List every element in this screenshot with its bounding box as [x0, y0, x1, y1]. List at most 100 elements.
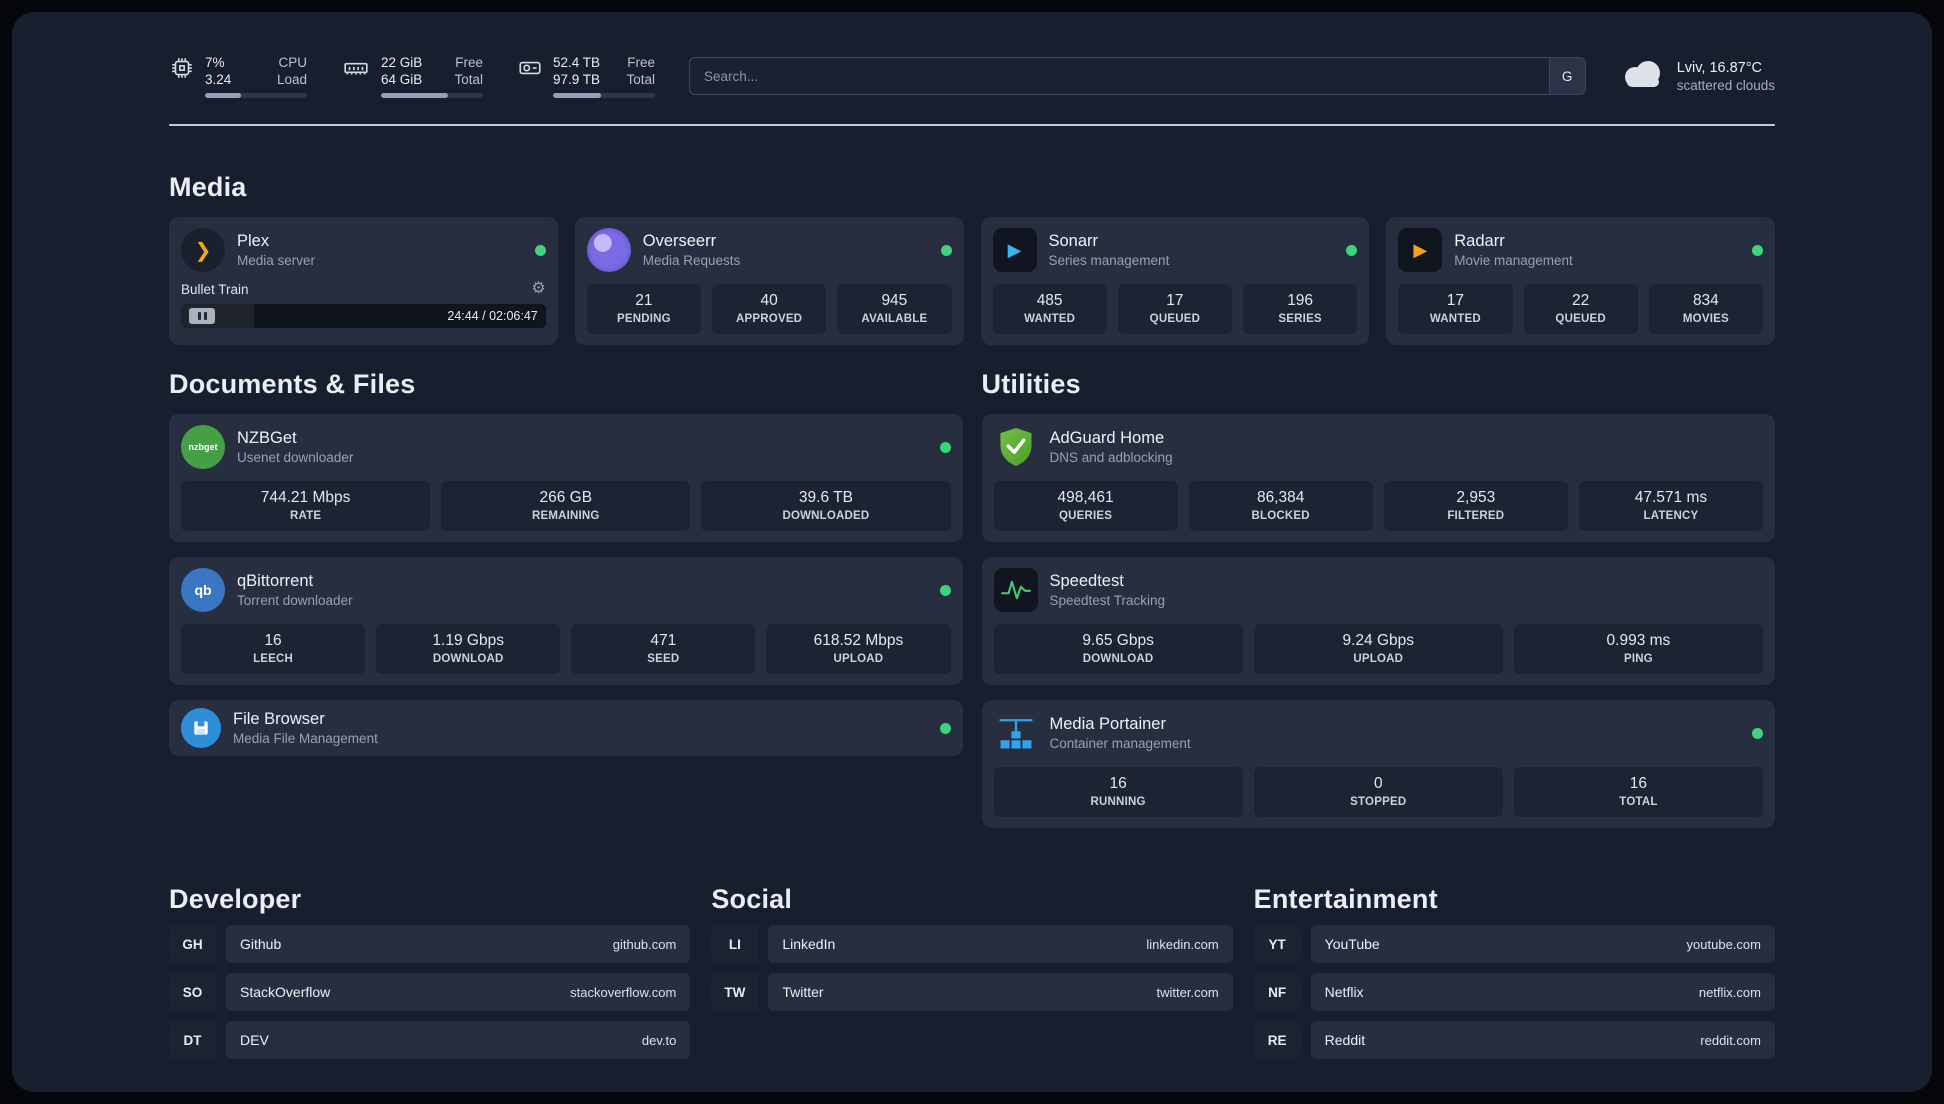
disk-progress-bar [553, 93, 655, 98]
bookmark-badge[interactable]: YT [1253, 925, 1301, 963]
bookmark-row: RE Reddit reddit.com [1253, 1021, 1775, 1059]
bookmark-row: LI LinkedIn linkedin.com [711, 925, 1233, 963]
app-title: File Browser [233, 710, 325, 728]
memory-free-label: Free [455, 55, 483, 70]
topbar: 7% CPU 3.24 Load 22 GiB Free 64 GiB Total [169, 54, 1775, 98]
sonarr-icon: ▶ [992, 228, 1037, 272]
cpu-progress-bar [205, 93, 307, 98]
app-title: AdGuard Home [1049, 429, 1165, 447]
section-title-social: Social [711, 884, 793, 914]
stat-tile: 86,384 BLOCKED [1188, 481, 1373, 531]
bookmark-link-stackoverflow[interactable]: StackOverflow stackoverflow.com [226, 973, 691, 1011]
bookmark-row: GH Github github.com [169, 925, 691, 963]
bookmark-row: SO StackOverflow stackoverflow.com [169, 973, 691, 1011]
section-title-utilities: Utilities [981, 369, 1081, 399]
app-subtitle: Series management [1048, 253, 1170, 268]
gear-icon[interactable]: ⚙ [531, 281, 545, 297]
playback-progress-bar[interactable]: 24:44 / 02:06:47 [181, 304, 546, 328]
pause-button[interactable] [189, 308, 215, 324]
app-card-adguard[interactable]: AdGuard Home DNS and adblocking 498,461 Q… [981, 414, 1775, 542]
bookmark-badge[interactable]: RE [1253, 1021, 1301, 1059]
bookmark-badge[interactable]: DT [169, 1021, 216, 1059]
search-input[interactable] [689, 57, 1586, 95]
bookmark-badge[interactable]: LI [711, 925, 759, 963]
stat-tile: 945 AVAILABLE [837, 284, 952, 334]
disk-total-label: Total [626, 72, 655, 87]
section-title-documents: Documents & Files [169, 369, 416, 399]
app-card-plex[interactable]: ❯ Plex Media server Bullet Train ⚙ 24:44… [169, 217, 558, 345]
stat-tile: 471 SEED [571, 624, 756, 674]
cpu-load: 3.24 [205, 72, 232, 87]
app-card-qbittorrent[interactable]: qb qBittorrent Torrent downloader 16 LEEC… [169, 557, 963, 685]
disk-widget: 52.4 TB Free 97.9 TB Total [517, 54, 655, 98]
bookmark-badge[interactable]: TW [711, 973, 759, 1011]
bookmark-badge[interactable]: SO [169, 973, 216, 1011]
app-subtitle: Media File Management [233, 731, 378, 746]
bookmark-badge[interactable]: GH [169, 925, 216, 963]
section-title-media: Media [169, 172, 247, 202]
bookmark-badge[interactable]: NF [1253, 973, 1301, 1011]
stat-tile: 744.21 Mbps RATE [181, 481, 431, 531]
playback-time: 24:44 / 02:06:47 [447, 309, 538, 323]
app-title: qBittorrent [237, 572, 314, 590]
app-card-portainer[interactable]: Media Portainer Container management 16 R… [981, 700, 1775, 828]
app-card-speedtest[interactable]: Speedtest Speedtest Tracking 9.65 Gbps DO… [981, 557, 1775, 685]
search-engine-button[interactable]: G [1548, 58, 1585, 94]
cpu-percent: 7% [205, 55, 225, 70]
now-playing-title: Bullet Train [181, 281, 249, 297]
bookmark-link-netflix[interactable]: Netflix netflix.com [1310, 973, 1775, 1011]
app-card-nzbget[interactable]: nzbget NZBGet Usenet downloader 744.21 M… [169, 414, 963, 542]
stat-tile: 21 PENDING [586, 284, 701, 334]
memory-progress-bar [381, 93, 483, 98]
screenshot-frame: 7% CPU 3.24 Load 22 GiB Free 64 GiB Total [0, 0, 1944, 1104]
stat-tile: 40 APPROVED [712, 284, 827, 334]
cpu-load-label: Load [276, 72, 307, 87]
stat-tile: 9.24 Gbps UPLOAD [1253, 624, 1503, 674]
stat-tile: 16 RUNNING [993, 767, 1243, 817]
bookmarks-entertainment: Entertainment YT YouTube youtube.com NF … [1253, 884, 1775, 1059]
qbittorrent-icon: qb [181, 568, 225, 612]
app-subtitle: Speedtest Tracking [1049, 593, 1166, 608]
app-card-filebrowser[interactable]: File Browser Media File Management [169, 700, 963, 756]
section-title-entertainment: Entertainment [1253, 884, 1438, 914]
documents-column: Documents & Files nzbget NZBGet Usenet d… [169, 369, 963, 756]
bookmark-link-linkedin[interactable]: LinkedIn linkedin.com [768, 925, 1233, 963]
app-title: Speedtest [1049, 572, 1124, 590]
app-subtitle: Movie management [1454, 253, 1573, 268]
app-card-sonarr[interactable]: ▶ Sonarr Series management 485 WANTED 17 Q… [980, 217, 1370, 345]
bookmark-link-dev[interactable]: DEV dev.to [226, 1021, 691, 1059]
status-dot [939, 722, 951, 734]
stat-tile: 266 GB REMAINING [441, 481, 691, 531]
app-subtitle: Media Requests [642, 253, 741, 268]
overseerr-icon [586, 228, 631, 272]
memory-total: 64 GiB [381, 72, 423, 87]
bookmark-link-twitter[interactable]: Twitter twitter.com [768, 973, 1233, 1011]
app-subtitle: Usenet downloader [237, 450, 354, 465]
bookmark-link-reddit[interactable]: Reddit reddit.com [1310, 1021, 1775, 1059]
radarr-icon: ▶ [1398, 228, 1443, 272]
dashboard: 7% CPU 3.24 Load 22 GiB Free 64 GiB Total [12, 12, 1932, 1092]
bookmark-row: NF Netflix netflix.com [1253, 973, 1775, 1011]
app-subtitle: Media server [237, 253, 316, 268]
weather-condition: scattered clouds [1676, 77, 1775, 93]
memory-widget: 22 GiB Free 64 GiB Total [341, 54, 483, 98]
app-subtitle: Container management [1049, 736, 1191, 751]
app-title: NZBGet [237, 429, 297, 447]
stat-tile: 39.6 TB DOWNLOADED [701, 481, 951, 531]
disk-free-label: Free [627, 55, 655, 70]
disk-icon [517, 55, 543, 86]
status-dot [534, 244, 546, 256]
cloud-icon [1620, 58, 1666, 95]
app-card-overseerr[interactable]: Overseerr Media Requests 21 PENDING 40 APP… [574, 217, 964, 345]
app-subtitle: DNS and adblocking [1049, 450, 1173, 465]
stat-tile: 618.52 Mbps UPLOAD [766, 624, 951, 674]
portainer-icon [994, 711, 1038, 755]
stat-tile: 498,461 QUERIES [993, 481, 1178, 531]
bookmark-link-github[interactable]: Github github.com [226, 925, 691, 963]
media-grid: ❯ Plex Media server Bullet Train ⚙ 24:44… [169, 217, 1775, 345]
bookmark-link-youtube[interactable]: YouTube youtube.com [1310, 925, 1775, 963]
plex-icon: ❯ [181, 228, 225, 272]
app-title: Sonarr [1048, 232, 1099, 250]
app-card-radarr[interactable]: ▶ Radarr Movie management 17 WANTED 22 QUE… [1386, 217, 1775, 345]
filebrowser-icon [181, 708, 221, 748]
